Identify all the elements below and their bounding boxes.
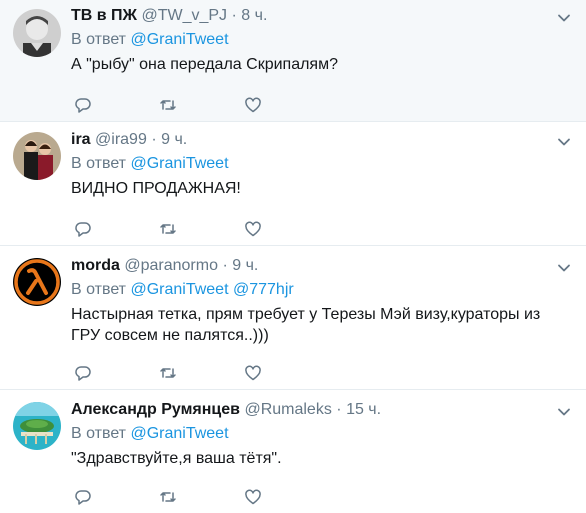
- avatar[interactable]: [13, 9, 61, 57]
- chevron-down-icon[interactable]: [556, 10, 572, 26]
- user-handle[interactable]: @paranormo: [124, 257, 218, 274]
- separator-dot: ·: [222, 257, 228, 274]
- tweet-item[interactable]: ТВ в ПЖ @TW_v_PJ · 8 ч. В ответ @GraniTw…: [0, 0, 586, 122]
- reply-context: В ответ @GraniTweet: [71, 154, 572, 174]
- reply-prefix: В ответ: [71, 281, 127, 298]
- reply-context: В ответ @GraniTweet @777hjr: [71, 280, 572, 300]
- reply-icon[interactable]: [74, 364, 92, 382]
- mention-link[interactable]: @GraniTweet: [130, 425, 228, 442]
- tweet-actions: [74, 488, 274, 506]
- tweet-header: ira @ira99 · 9 ч.: [71, 130, 572, 150]
- tweet-header: Александр Румянцев @Rumaleks · 15 ч.: [71, 400, 572, 420]
- mention-link[interactable]: @GraniTweet: [130, 155, 228, 172]
- retweet-icon[interactable]: [159, 488, 177, 506]
- user-name[interactable]: ТВ в ПЖ: [71, 7, 137, 24]
- reply-prefix: В ответ: [71, 155, 127, 172]
- like-icon[interactable]: [244, 96, 262, 114]
- user-handle[interactable]: @ira99: [95, 131, 147, 148]
- retweet-icon[interactable]: [159, 96, 177, 114]
- reply-icon[interactable]: [74, 220, 92, 238]
- tweet-text: Настырная тетка, прям требует у Терезы М…: [71, 306, 541, 344]
- avatar[interactable]: [13, 132, 61, 180]
- like-icon[interactable]: [244, 220, 262, 238]
- separator-dot: ·: [151, 131, 157, 148]
- tweet-header: ТВ в ПЖ @TW_v_PJ · 8 ч.: [71, 6, 572, 26]
- separator-dot: ·: [231, 7, 237, 24]
- user-name[interactable]: morda: [71, 257, 120, 274]
- tweet-text: ВИДНО ПРОДАЖНАЯ!: [71, 180, 241, 197]
- mention-link[interactable]: @GraniTweet: [130, 281, 228, 298]
- tweet-time[interactable]: 15 ч.: [346, 401, 381, 418]
- tweet-item[interactable]: ira @ira99 · 9 ч. В ответ @GraniTweet ВИ…: [0, 122, 586, 246]
- mention-link[interactable]: @777hjr: [233, 281, 294, 298]
- mention-link[interactable]: @GraniTweet: [130, 31, 228, 48]
- tweet-actions: [74, 96, 274, 114]
- separator-dot: ·: [336, 401, 342, 418]
- avatar[interactable]: [13, 402, 61, 450]
- user-name[interactable]: ira: [71, 131, 91, 148]
- tweet-actions: [74, 364, 274, 382]
- user-handle[interactable]: @TW_v_PJ: [141, 7, 227, 24]
- tweet-header: morda @paranormo · 9 ч.: [71, 256, 572, 276]
- chevron-down-icon[interactable]: [556, 404, 572, 420]
- like-icon[interactable]: [244, 488, 262, 506]
- tweet-item[interactable]: Александр Румянцев @Rumaleks · 15 ч. В о…: [0, 390, 586, 513]
- reply-prefix: В ответ: [71, 31, 127, 48]
- avatar[interactable]: [13, 258, 61, 306]
- reply-context: В ответ @GraniTweet: [71, 30, 572, 50]
- tweet-actions: [74, 220, 274, 238]
- tweet-item[interactable]: morda @paranormo · 9 ч. В ответ @GraniTw…: [0, 246, 586, 390]
- reply-context: В ответ @GraniTweet: [71, 424, 572, 444]
- chevron-down-icon[interactable]: [556, 134, 572, 150]
- tweet-time[interactable]: 9 ч.: [232, 257, 258, 274]
- like-icon[interactable]: [244, 364, 262, 382]
- user-handle[interactable]: @Rumaleks: [244, 401, 331, 418]
- tweet-text: "Здравствуйте,я ваша тётя".: [71, 450, 282, 467]
- tweet-time[interactable]: 9 ч.: [161, 131, 187, 148]
- retweet-icon[interactable]: [159, 220, 177, 238]
- reply-icon[interactable]: [74, 488, 92, 506]
- reply-icon[interactable]: [74, 96, 92, 114]
- tweet-time[interactable]: 8 ч.: [241, 7, 267, 24]
- retweet-icon[interactable]: [159, 364, 177, 382]
- user-name[interactable]: Александр Румянцев: [71, 401, 240, 418]
- chevron-down-icon[interactable]: [556, 260, 572, 276]
- reply-prefix: В ответ: [71, 425, 127, 442]
- tweet-text: А "рыбу" она передала Скрипалям?: [71, 56, 338, 73]
